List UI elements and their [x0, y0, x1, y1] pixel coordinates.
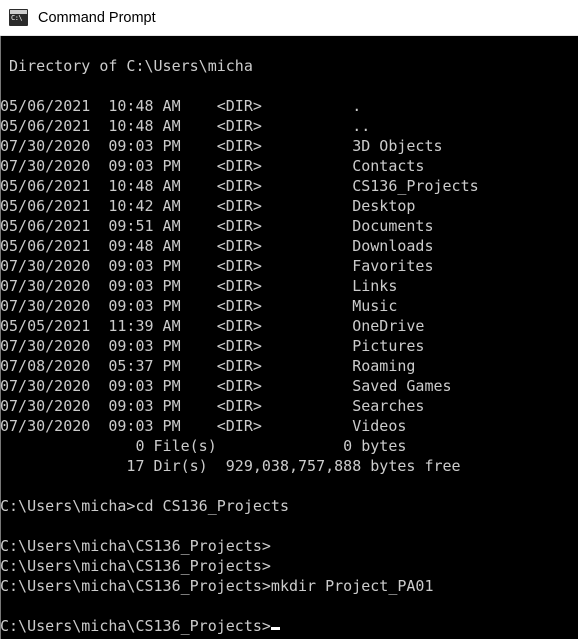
console-line: Directory of C:\Users\micha: [0, 57, 253, 75]
console-line: 07/30/2020 09:03 PM <DIR> Searches: [0, 397, 425, 415]
console-line: 05/06/2021 10:48 AM <DIR> .: [0, 97, 362, 115]
console-line: 0 File(s) 0 bytes: [0, 437, 407, 455]
console-line: C:\Users\micha\CS136_Projects>: [0, 537, 271, 555]
console-line: C:\Users\micha>cd CS136_Projects: [0, 497, 289, 515]
console-line: 05/06/2021 10:48 AM <DIR> ..: [0, 117, 371, 135]
console-line: 07/08/2020 05:37 PM <DIR> Roaming: [0, 357, 416, 375]
console-line: 07/30/2020 09:03 PM <DIR> Favorites: [0, 257, 434, 275]
console-line: 07/30/2020 09:03 PM <DIR> 3D Objects: [0, 137, 443, 155]
console-line: 07/30/2020 09:03 PM <DIR> Videos: [0, 417, 407, 435]
console-line: 05/06/2021 09:51 AM <DIR> Documents: [0, 217, 434, 235]
console-text-buffer: Directory of C:\Users\micha 05/06/2021 10…: [0, 36, 479, 636]
console-line: C:\Users\micha\CS136_Projects>mkdir Proj…: [0, 577, 434, 595]
console-output-area[interactable]: Directory of C:\Users\micha 05/06/2021 10…: [0, 36, 578, 639]
text-cursor: [270, 627, 280, 630]
console-line: C:\Users\micha\CS136_Projects>: [0, 557, 271, 575]
console-line: 07/30/2020 09:03 PM <DIR> Pictures: [0, 337, 425, 355]
window-title: Command Prompt: [38, 9, 156, 26]
console-line: 07/30/2020 09:03 PM <DIR> Links: [0, 277, 398, 295]
console-line: 07/30/2020 09:03 PM <DIR> Saved Games: [0, 377, 452, 395]
console-line: 05/06/2021 10:48 AM <DIR> CS136_Projects: [0, 177, 479, 195]
command-prompt-window: C:\ Command Prompt Directory of C:\Users…: [0, 0, 578, 639]
console-line: 05/06/2021 09:48 AM <DIR> Downloads: [0, 237, 434, 255]
icon-prompt-glyph: C:\: [11, 14, 23, 22]
title-bar[interactable]: C:\ Command Prompt: [0, 0, 578, 36]
console-line: 05/05/2021 11:39 AM <DIR> OneDrive: [0, 317, 425, 335]
console-line: 05/06/2021 10:42 AM <DIR> Desktop: [0, 197, 416, 215]
command-prompt-icon: C:\: [9, 9, 28, 26]
console-line: C:\Users\micha\CS136_Projects>: [0, 616, 479, 636]
console-line: 07/30/2020 09:03 PM <DIR> Contacts: [0, 157, 425, 175]
console-line: 07/30/2020 09:03 PM <DIR> Music: [0, 297, 398, 315]
console-line: 17 Dir(s) 929,038,757,888 bytes free: [0, 457, 461, 475]
